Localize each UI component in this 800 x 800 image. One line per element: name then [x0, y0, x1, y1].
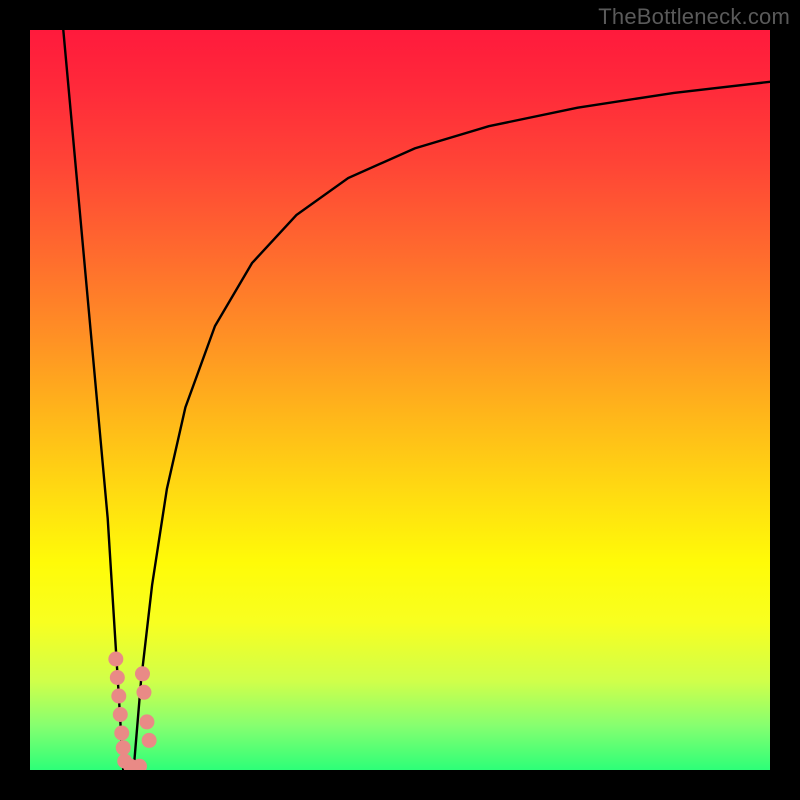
marker-dot [139, 714, 154, 729]
marker-dot [135, 666, 150, 681]
marker-dot [142, 733, 157, 748]
chart-frame: TheBottleneck.com [0, 0, 800, 800]
marker-dot [108, 652, 123, 667]
watermark-text: TheBottleneck.com [598, 4, 790, 30]
marker-dot [116, 740, 131, 755]
marker-dot [114, 726, 129, 741]
marker-dot [113, 707, 128, 722]
marker-dot [110, 670, 125, 685]
chart-svg [30, 30, 770, 770]
marker-dot [111, 689, 126, 704]
plot-area [30, 30, 770, 770]
marker-cluster [108, 652, 156, 771]
marker-dot [136, 685, 151, 700]
right-branch-curve [134, 82, 770, 770]
